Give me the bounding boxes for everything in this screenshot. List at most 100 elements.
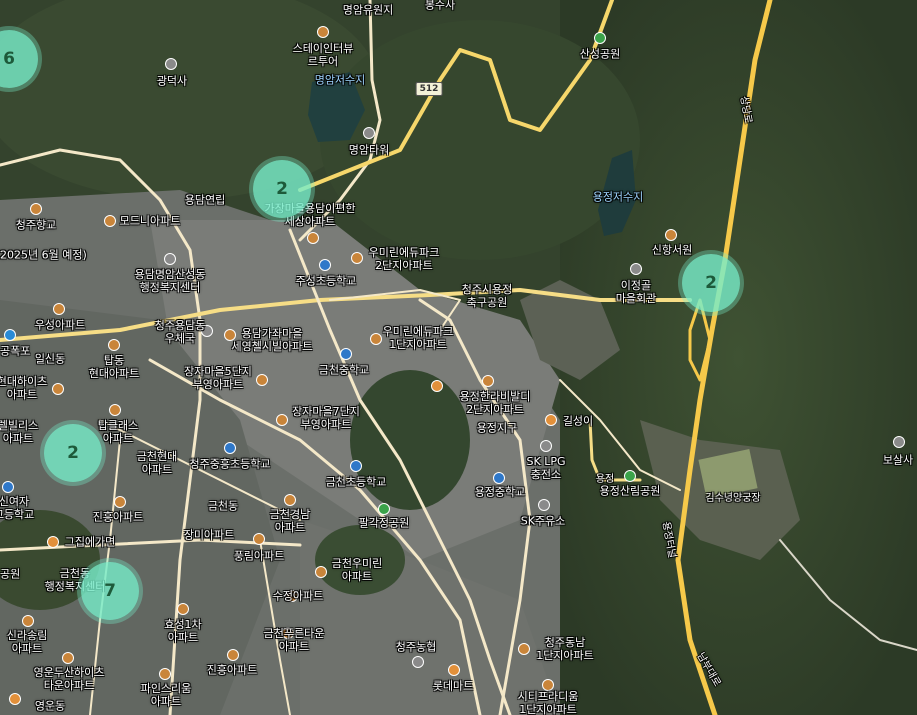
apartment-icon: [317, 26, 329, 38]
apartment-icon: [62, 652, 74, 664]
map-label: 이정골 마을회관: [615, 279, 657, 305]
temple-icon: [893, 436, 905, 448]
map-label: 용정저수지: [592, 190, 644, 204]
map-label: 용정한라비발디 2단지아파트: [459, 390, 531, 416]
apartment-icon: [307, 232, 319, 244]
map-label: 일신동: [34, 352, 66, 366]
gas-station-icon: [538, 499, 550, 511]
route-512-shield: 512: [415, 82, 443, 96]
map-label: 청주동남 1단지아파트: [536, 636, 594, 662]
shrine-icon: [665, 229, 677, 241]
apartment-icon: [351, 252, 363, 264]
school-icon: [340, 348, 352, 360]
apartment-icon: [284, 494, 296, 506]
map-label: 장미아파트: [183, 528, 235, 542]
map-label: 용정: [595, 474, 615, 485]
map-label: 진흥아파트: [92, 510, 144, 524]
school-icon: [319, 259, 331, 271]
map-label: 렐빌리스 아파트: [0, 419, 39, 445]
map-view[interactable]: 512 명암유원지 봉수사 산성공원 스테이인터뷰 르투어 명암저수지 광덕사 …: [0, 0, 917, 715]
map-label: 금천중학교: [318, 363, 370, 377]
map-label: 주성초등학교: [295, 274, 357, 288]
marker-cluster[interactable]: 7: [81, 562, 139, 620]
map-label: 장자마을5단지 부영아파트: [184, 365, 252, 391]
apartment-icon: [253, 533, 265, 545]
marker-cluster[interactable]: 2: [682, 254, 740, 312]
bank-icon: [412, 656, 424, 668]
map-label: 금천푸른타운 아파트: [263, 627, 325, 653]
map-label: 신여자 고등학교: [0, 495, 35, 521]
apartment-icon: [256, 374, 268, 386]
apartment-icon: [109, 404, 121, 416]
gas-station-icon: [540, 440, 552, 452]
school-icon: [493, 472, 505, 484]
hospital-icon: [431, 380, 443, 392]
map-label: 파인스리움 아파트: [140, 682, 192, 708]
map-label: 명암유원지: [342, 3, 394, 17]
restaurant-icon: [47, 536, 59, 548]
apartment-icon: [114, 496, 126, 508]
map-label: 진흥아파트: [206, 663, 258, 677]
apartment-icon: [52, 383, 64, 395]
apartment-icon: [370, 333, 382, 345]
map-label: 금천경남 아파트: [269, 508, 311, 534]
map-label: 신라송림 아파트: [6, 629, 48, 655]
map-label: 수정아파트: [272, 589, 324, 603]
map-label: 용정산림공원: [599, 484, 661, 498]
map-label: 길성이: [562, 414, 594, 428]
apartment-icon: [108, 339, 120, 351]
park-icon: [378, 503, 390, 515]
map-label: 모드니아파트: [119, 214, 181, 228]
apartment-icon: [177, 603, 189, 615]
apartment-icon: [22, 615, 34, 627]
map-label: 청주중흥초등학교: [189, 457, 271, 471]
map-label: 청주향교: [15, 218, 57, 232]
map-label: 금천우미린 아파트: [331, 557, 383, 583]
map-label: 금천현대 아파트: [136, 450, 178, 476]
map-label: 장자마을7단지 부영아파트: [292, 405, 360, 431]
map-label: 영운두산하이츠 타운아파트: [33, 666, 105, 692]
marker-cluster[interactable]: 2: [253, 160, 311, 218]
map-label: 팔각정공원: [358, 516, 410, 530]
map-label: 영운동: [34, 699, 66, 713]
map-label: 용담명암산성동 행정복지센터: [134, 268, 206, 294]
marker-cluster[interactable]: 2: [44, 424, 102, 482]
map-label: 용담가좌마을 세영첼시빌아파트: [231, 327, 313, 353]
map-label: 우미린에듀파크 2단지아파트: [368, 246, 440, 272]
map-label: 용정지구: [476, 421, 518, 435]
map-label: 롯데마트: [432, 679, 474, 693]
map-label: 현대하이츠 아파트: [0, 375, 48, 401]
map-label: 스테이인터뷰 르투어: [292, 42, 354, 68]
map-label: 청주농협: [395, 640, 437, 654]
school-icon: [224, 442, 236, 454]
tower-icon: [363, 127, 375, 139]
apartment-icon: [315, 566, 327, 578]
map-label: 우미린에듀파크 1단지아파트: [382, 325, 454, 351]
apartment-icon: [518, 643, 530, 655]
temple-icon: [165, 58, 177, 70]
map-label: 명암타워: [348, 143, 390, 157]
apartment-icon: [227, 649, 239, 661]
map-label: SK LPG 충전소: [526, 455, 566, 481]
map-label: 탑클래스 아파트: [97, 419, 139, 445]
map-label: 청주용담동 우체국: [154, 319, 206, 345]
apartment-icon: [104, 215, 116, 227]
map-label: 우성아파트: [34, 318, 86, 332]
map-label: 김수녕양궁장: [705, 493, 761, 504]
hospital-icon: [9, 693, 21, 705]
map-label: 그집에가면: [64, 535, 116, 549]
map-label: 공원: [0, 567, 21, 581]
map-label: 금천초등학교: [325, 475, 387, 489]
park-icon: [594, 32, 606, 44]
hall-icon: [630, 263, 642, 275]
mart-icon: [448, 664, 460, 676]
map-label: 봉수사: [424, 0, 456, 12]
map-label: 탑동 현대아파트: [88, 354, 140, 380]
map-label: 시티프라디움 1단지아파트: [517, 690, 579, 715]
map-label: SK주유소: [520, 514, 566, 528]
map-label: 2025년 6월 예정): [0, 248, 87, 262]
map-label: 용담연립: [184, 193, 226, 207]
park-icon: [624, 470, 636, 482]
waterfall-icon: [4, 329, 16, 341]
map-label: 보살사: [882, 453, 914, 467]
